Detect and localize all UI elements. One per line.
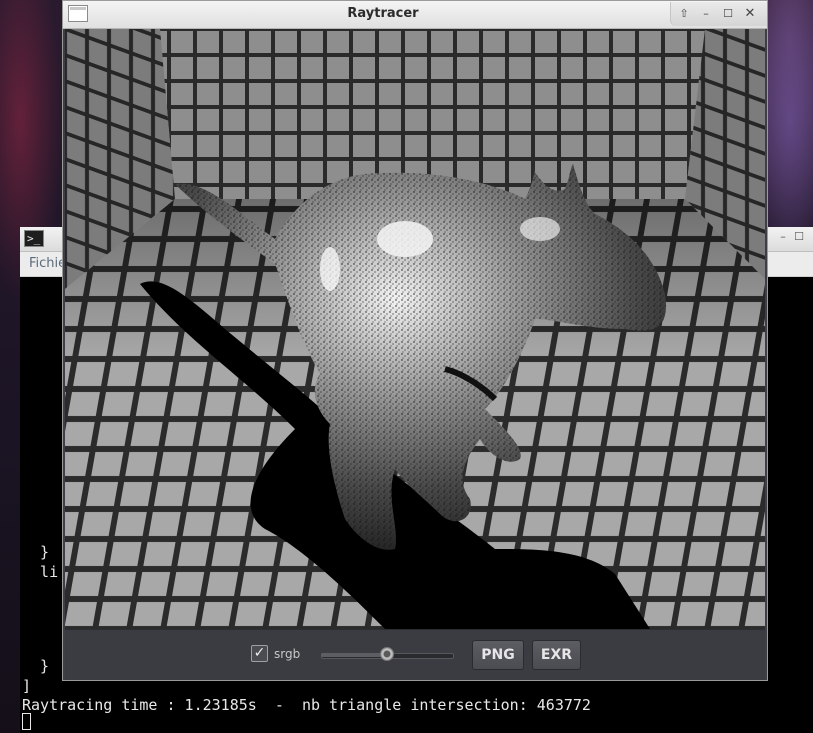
terminal-line: }: [22, 657, 50, 675]
srgb-label: srgb: [274, 647, 301, 661]
terminal-window-controls: – ☐: [775, 230, 807, 243]
terminal-icon: >_: [24, 230, 44, 247]
srgb-checkbox[interactable]: ✓: [251, 645, 268, 662]
window-title: Raytracer: [347, 6, 419, 21]
menu-fichier[interactable]: Fichie: [29, 256, 66, 271]
save-png-button[interactable]: PNG: [472, 640, 524, 670]
terminal-status-line: Raytracing time : 1.23185s - nb triangle…: [22, 696, 591, 714]
window-controls: ⇧ – ☐ ✕: [670, 2, 767, 26]
render-toolbar: ✓ srgb PNG EXR: [65, 629, 765, 680]
minimize-icon[interactable]: –: [697, 5, 715, 23]
save-exr-button[interactable]: EXR: [532, 640, 581, 670]
up-arrow-icon[interactable]: ⇧: [675, 5, 693, 23]
maximize-icon[interactable]: ☐: [719, 5, 737, 23]
raytracer-window[interactable]: Raytracer ⇧ – ☐ ✕ ✓ srgb PNG EXR: [62, 0, 768, 681]
minimize-icon[interactable]: –: [775, 230, 791, 243]
render-viewport[interactable]: [65, 29, 765, 629]
raytracer-titlebar[interactable]: Raytracer ⇧ – ☐ ✕: [63, 1, 767, 29]
maximize-icon[interactable]: ☐: [791, 230, 807, 243]
close-icon[interactable]: ✕: [741, 5, 759, 23]
exposure-slider-fill: [321, 653, 387, 657]
terminal-line: li: [22, 563, 59, 581]
terminal-line: }: [22, 543, 50, 561]
terminal-line: ]: [22, 677, 32, 695]
rendered-image: [65, 29, 765, 629]
exposure-slider-handle[interactable]: [379, 647, 394, 661]
terminal-cursor: [22, 713, 31, 730]
